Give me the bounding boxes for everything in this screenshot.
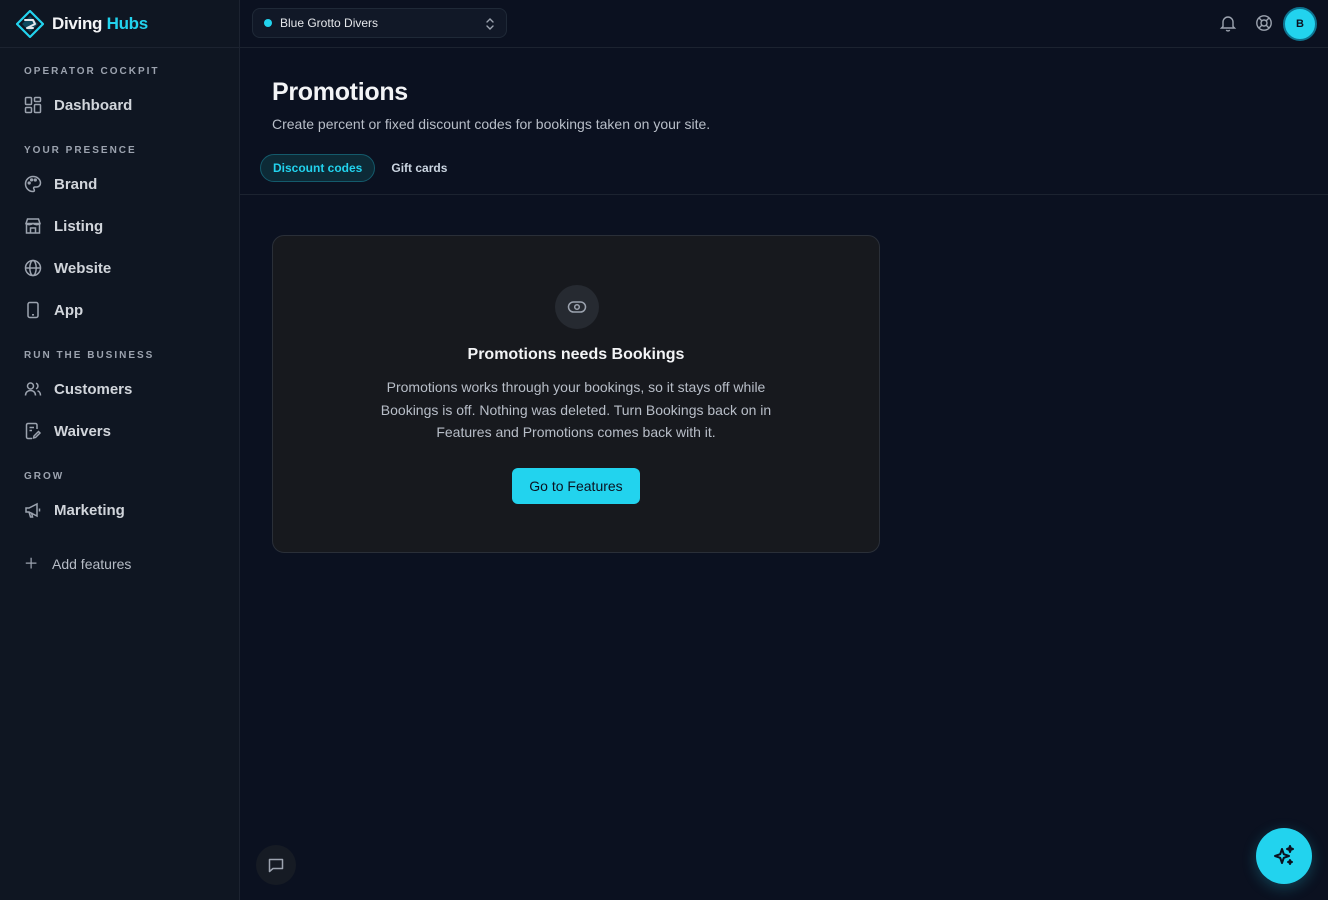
- sidebar-item-listing[interactable]: Listing: [24, 214, 103, 238]
- chevron-up-down-icon: [486, 18, 494, 30]
- section-label-grow: Grow: [24, 471, 65, 482]
- sidebar-item-customers[interactable]: Customers: [24, 377, 132, 401]
- sidebar-item-label: App: [54, 301, 84, 319]
- sidebar-item-label: Brand: [54, 175, 98, 193]
- chat-button[interactable]: [256, 845, 296, 885]
- logo-icon: [16, 9, 44, 38]
- toggle-off-icon: [567, 301, 587, 313]
- megaphone-icon: [25, 502, 41, 518]
- sidebar: Diving Hubs Operator Cockpit Dashboard Y…: [0, 0, 240, 900]
- add-features-label: Add features: [52, 556, 132, 572]
- sidebar-item-website[interactable]: Website: [24, 256, 111, 280]
- empty-state-badge: [555, 285, 599, 329]
- sidebar-item-label: Website: [54, 259, 112, 277]
- sidebar-item-label: Listing: [54, 217, 104, 235]
- avatar[interactable]: B: [1283, 7, 1317, 41]
- sidebar-item-label: Customers: [54, 380, 133, 398]
- section-label-your-presence: Your Presence: [24, 145, 137, 156]
- sidebar-item-app[interactable]: App: [24, 298, 83, 322]
- phone-icon: [27, 301, 39, 319]
- section-label-run-the-business: Run the Business: [24, 350, 155, 361]
- tab-bar: Discount codes Gift cards: [260, 154, 459, 182]
- add-features-button[interactable]: Add features: [24, 552, 131, 576]
- palette-icon: [24, 175, 42, 193]
- bell-icon[interactable]: [1219, 14, 1237, 32]
- empty-state-card: Promotions needs Bookings Promotions wor…: [272, 235, 880, 553]
- brand-header[interactable]: Diving Hubs: [0, 0, 239, 48]
- brand-name: Diving Hubs: [52, 14, 148, 34]
- org-name: Blue Grotto Divers: [280, 16, 379, 30]
- sidebar-item-marketing[interactable]: Marketing: [24, 498, 125, 522]
- page-title: Promotions: [272, 78, 408, 106]
- dashboard-icon: [24, 96, 42, 114]
- topbar: Blue Grotto Divers B: [240, 0, 1328, 48]
- users-icon: [24, 382, 42, 396]
- plus-icon: [25, 557, 37, 569]
- sidebar-item-dashboard[interactable]: Dashboard: [24, 93, 132, 117]
- divider: [240, 194, 1328, 195]
- status-dot: [264, 19, 272, 27]
- sidebar-item-brand[interactable]: Brand: [24, 172, 97, 196]
- sidebar-item-waivers[interactable]: Waivers: [24, 419, 111, 443]
- go-to-features-button[interactable]: Go to Features: [512, 468, 640, 504]
- store-icon: [24, 218, 42, 234]
- tab-gift-cards[interactable]: Gift cards: [379, 154, 459, 182]
- brand-name-part2: Hubs: [106, 13, 149, 33]
- sidebar-item-label: Waivers: [54, 422, 111, 440]
- ai-assistant-button[interactable]: [1256, 828, 1312, 884]
- globe-icon: [24, 259, 42, 277]
- sidebar-item-label: Marketing: [54, 501, 125, 519]
- help-icon[interactable]: [1255, 14, 1273, 32]
- sidebar-item-label: Dashboard: [54, 96, 133, 114]
- chat-icon: [268, 858, 284, 873]
- empty-state-message: Promotions works through your bookings, …: [380, 379, 772, 440]
- section-label-operator-cockpit: Operator Cockpit: [24, 66, 160, 77]
- empty-state-title: Promotions needs Bookings: [467, 346, 685, 363]
- sparkles-icon: [1274, 845, 1294, 865]
- brand-name-part1: Diving: [52, 13, 103, 33]
- page-subtitle: Create percent or fixed discount codes f…: [272, 116, 711, 132]
- org-selector[interactable]: Blue Grotto Divers: [252, 8, 507, 38]
- tab-discount-codes[interactable]: Discount codes: [260, 154, 376, 182]
- document-edit-icon: [25, 422, 42, 440]
